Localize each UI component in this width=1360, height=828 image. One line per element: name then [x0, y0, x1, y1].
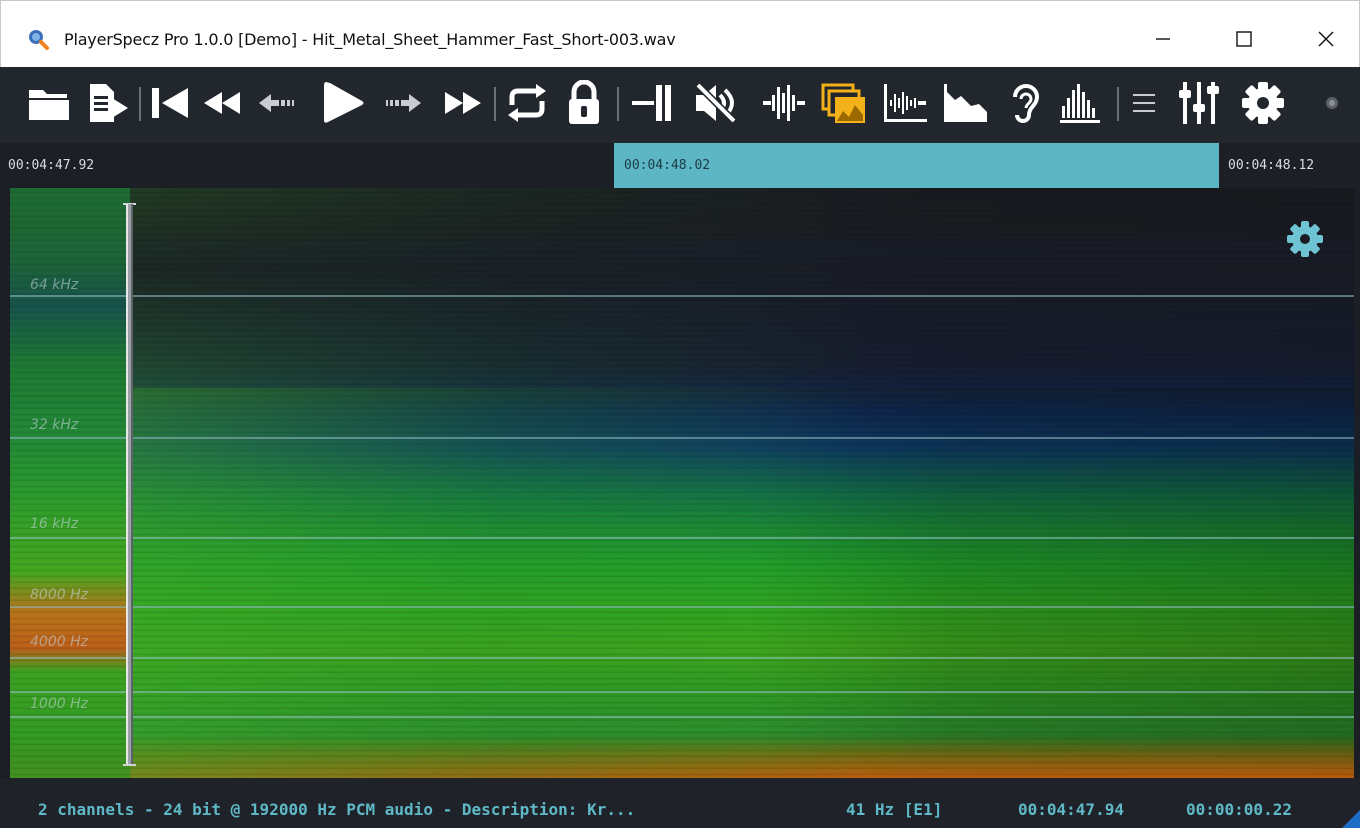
waveform-view-button[interactable] — [880, 79, 930, 127]
toolbar-separator — [617, 87, 619, 121]
spectrum-view-button[interactable] — [940, 79, 990, 127]
status-dot-button[interactable] — [1320, 79, 1344, 127]
lock-button[interactable] — [562, 79, 606, 127]
play-icon — [324, 82, 364, 123]
status-bar: 2 channels - 24 bit @ 192000 Hz PCM audi… — [0, 778, 1360, 828]
playlist-export-icon — [90, 84, 128, 122]
spectrogram-layers-icon — [821, 83, 865, 123]
timeline-end-label: 00:04:48.12 — [1228, 158, 1315, 173]
selection-duration: 00:00:00.22 — [1186, 800, 1292, 819]
lock-icon — [569, 80, 599, 124]
frequency-label: 8000 Hz — [30, 587, 88, 603]
mute-button[interactable] — [690, 79, 740, 127]
fast-forward-icon — [445, 92, 481, 114]
menu-icon — [1133, 94, 1155, 112]
frequency-gridline — [10, 691, 1354, 693]
mute-icon — [695, 82, 737, 124]
minimize-button[interactable] — [1141, 19, 1185, 59]
skip-to-start-button[interactable] — [148, 79, 192, 127]
timeline-start-label: 00:04:47.92 — [8, 158, 95, 173]
rewind-icon — [204, 92, 240, 114]
cursor-frequency: 41 Hz [E1] — [846, 800, 943, 819]
play-button[interactable] — [318, 79, 368, 127]
waveform-button[interactable] — [760, 79, 808, 127]
frequency-label: 64 kHz — [30, 277, 79, 293]
frequency-label: 4000 Hz — [30, 634, 88, 650]
mixer-button[interactable] — [1174, 79, 1224, 127]
maximize-icon — [1236, 31, 1252, 47]
resize-grip[interactable] — [1342, 810, 1360, 828]
open-file-button[interactable] — [26, 79, 72, 127]
audio-description: 2 channels - 24 bit @ 192000 Hz PCM audi… — [38, 800, 636, 819]
toolbar-separator — [139, 87, 141, 121]
spectrogram-streaks — [10, 188, 1354, 778]
toolbar — [0, 67, 1360, 143]
skip-to-start-icon — [152, 88, 188, 118]
frequency-gridline — [10, 606, 1354, 608]
repeat-icon — [508, 84, 546, 122]
playhead-bottom-cap — [123, 764, 136, 766]
frequency-label: 32 kHz — [30, 417, 79, 433]
fast-forward-button[interactable] — [440, 79, 486, 127]
frequency-gridline — [10, 537, 1354, 539]
settings-gear-icon — [1242, 82, 1284, 124]
frequency-gridline — [10, 437, 1354, 439]
waveform-icon — [763, 85, 805, 121]
status-dot-icon — [1326, 97, 1338, 109]
mixer-icon — [1179, 82, 1219, 124]
histogram-button[interactable] — [1056, 79, 1106, 127]
spectrum-view-icon — [944, 84, 987, 122]
repeat-button[interactable] — [502, 79, 552, 127]
frequency-gridline — [10, 716, 1354, 718]
step-forward-icon — [386, 94, 421, 112]
cursor-position: 00:04:47.94 — [1018, 800, 1124, 819]
close-button[interactable] — [1304, 19, 1348, 59]
settings-button[interactable] — [1238, 79, 1288, 127]
frequency-gridline — [10, 657, 1354, 659]
spectrogram-view[interactable]: 64 kHz 32 kHz 16 kHz 8000 Hz 4000 Hz 100… — [10, 188, 1354, 778]
spectrogram-layers-button[interactable] — [818, 79, 868, 127]
open-folder-icon — [29, 90, 69, 120]
playhead-cursor[interactable] — [126, 204, 133, 766]
frequency-gridline — [10, 295, 1354, 297]
marker-button[interactable] — [628, 79, 676, 127]
gear-icon[interactable] — [1282, 216, 1328, 262]
frequency-label: 16 kHz — [30, 516, 79, 532]
waveform-view-icon — [884, 84, 927, 122]
frequency-label: 1000 Hz — [30, 696, 88, 712]
magnifier-app-icon — [29, 30, 49, 50]
menu-button[interactable] — [1126, 79, 1162, 127]
window-title: PlayerSpecz Pro 1.0.0 [Demo] - Hit_Metal… — [64, 30, 676, 49]
histogram-icon — [1060, 84, 1100, 123]
title-bar: PlayerSpecz Pro 1.0.0 [Demo] - Hit_Metal… — [0, 0, 1360, 67]
timeline-ruler[interactable]: 00:04:47.92 00:04:48.02 00:04:48.12 — [0, 143, 1360, 188]
toolbar-separator — [1117, 87, 1119, 121]
step-back-button[interactable] — [256, 79, 302, 127]
minimize-icon — [1156, 38, 1170, 40]
marker-icon — [632, 85, 671, 121]
step-back-icon — [259, 94, 294, 112]
ear-icon — [1013, 84, 1040, 123]
maximize-button[interactable] — [1222, 19, 1266, 59]
playlist-export-button[interactable] — [84, 79, 132, 127]
toolbar-separator — [494, 87, 496, 121]
step-forward-button[interactable] — [378, 79, 424, 127]
rewind-button[interactable] — [200, 79, 244, 127]
timeline-selection-start-label: 00:04:48.02 — [624, 158, 711, 173]
close-icon — [1318, 31, 1334, 47]
ear-button[interactable] — [1002, 79, 1046, 127]
